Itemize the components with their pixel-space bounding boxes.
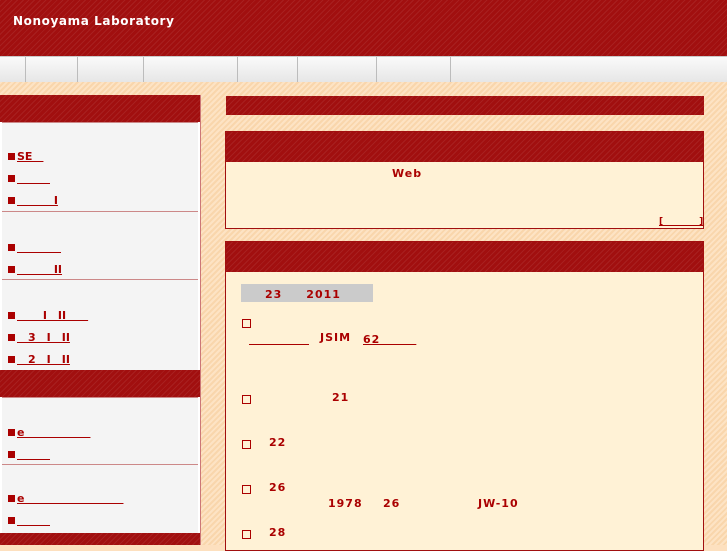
nav-tab-5[interactable] (238, 57, 298, 82)
nav-tab-6[interactable] (298, 57, 377, 82)
nav-tab-3[interactable] (78, 57, 144, 82)
news-text: JW-10 (478, 497, 519, 510)
sidebar-item[interactable] (8, 512, 50, 528)
bullet-icon (8, 451, 15, 458)
page-title-bar (226, 96, 704, 115)
news-text: 28 (269, 526, 287, 539)
sidebar-item[interactable]: 3 I II (8, 329, 70, 345)
bullet-icon (8, 175, 15, 182)
sidebar-group-1: SE I (2, 122, 198, 212)
sidebar-item[interactable] (8, 170, 50, 186)
sidebar-heading-2 (0, 370, 200, 397)
sidebar-group-4: e (2, 397, 198, 465)
bullet-icon (8, 197, 15, 204)
nav-tab-1[interactable] (0, 57, 26, 82)
intro-panel-header (226, 132, 703, 162)
sidebar-item[interactable] (8, 239, 61, 255)
bullet-icon (8, 153, 15, 160)
news-date: 23 2011 (265, 288, 341, 301)
sidebar-item[interactable]: SE (8, 148, 43, 164)
news-text: 21 (332, 391, 350, 404)
bullet-icon (8, 266, 15, 273)
more-link[interactable]: [ ] (659, 214, 703, 227)
header-banner: Nonoyama Laboratory (0, 0, 727, 56)
bullet-icon (8, 334, 15, 341)
nav-tab-7[interactable] (377, 57, 451, 82)
intro-text: Web (392, 167, 423, 180)
news-text: 26 (269, 481, 287, 494)
news-text: 26 (383, 497, 401, 510)
site-title[interactable]: Nonoyama Laboratory (13, 14, 175, 28)
bullet-icon (8, 244, 15, 251)
bullet-icon (8, 495, 15, 502)
news-text: 1978 (328, 497, 363, 510)
bullet-icon (8, 517, 15, 524)
news-link[interactable]: 62 (363, 331, 416, 347)
sidebar-item[interactable]: II (8, 261, 62, 277)
sidebar-group-3: I II 3 I II 2 I II (2, 279, 198, 371)
sidebar-item[interactable]: e (8, 424, 90, 440)
intro-panel: Web [ ] (225, 131, 704, 229)
news-date-bar: 23 2011 (241, 284, 373, 302)
sidebar-item[interactable]: I II (8, 307, 88, 323)
checkbox-icon (242, 440, 251, 449)
bullet-icon (8, 429, 15, 436)
sidebar-item[interactable]: e (8, 490, 123, 506)
sidebar-heading-1 (0, 95, 200, 122)
news-link[interactable] (249, 331, 309, 347)
news-text: JSIM (320, 331, 352, 344)
sidebar: SE I II I II 3 I II 2 I II e e (0, 95, 201, 545)
main-nav (0, 56, 727, 83)
checkbox-icon (242, 530, 251, 539)
nav-tab-2[interactable] (26, 57, 78, 82)
sidebar-item[interactable]: 2 I II (8, 351, 70, 367)
checkbox-icon (242, 395, 251, 404)
sidebar-item[interactable] (8, 446, 50, 462)
checkbox-icon (242, 319, 251, 328)
checkbox-icon (242, 485, 251, 494)
sidebar-item[interactable]: I (8, 192, 58, 208)
bullet-icon (8, 356, 15, 363)
news-text: 22 (269, 436, 287, 449)
news-panel-header (226, 242, 703, 272)
sidebar-group-5: e (2, 464, 198, 534)
bullet-icon (8, 312, 15, 319)
nav-tab-4[interactable] (144, 57, 238, 82)
sidebar-group-2: II (2, 211, 198, 280)
sidebar-heading-3 (0, 533, 200, 545)
